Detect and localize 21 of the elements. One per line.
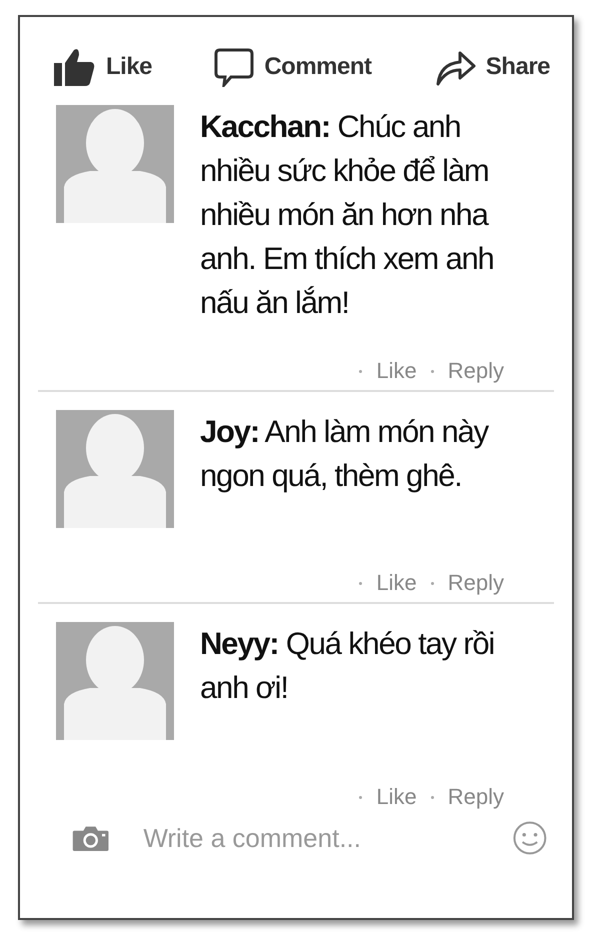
separator-dot: [430, 796, 434, 798]
like-link[interactable]: Like: [376, 570, 417, 596]
comment-button[interactable]: Comment: [214, 47, 372, 87]
like-link[interactable]: Like: [376, 358, 417, 384]
reply-link[interactable]: Reply: [448, 784, 504, 810]
separator-dot: [430, 370, 434, 372]
reply-link[interactable]: Reply: [448, 358, 504, 384]
thumbs-up-icon: [52, 47, 96, 87]
comment-text: Joy: Anh làm món này ngon quá, thèm ghê.: [200, 413, 490, 495]
speech-bubble-icon: [214, 47, 254, 87]
separator-dot: [359, 582, 362, 584]
separator-dot: [359, 370, 362, 372]
share-button[interactable]: Share: [434, 48, 550, 86]
separator-dot: [359, 796, 362, 798]
like-button[interactable]: Like: [52, 47, 152, 87]
comment-text: Neyy: Quá khéo tay rồi anh ơi!: [200, 625, 496, 707]
like-link[interactable]: Like: [376, 784, 417, 810]
separator-dot: [430, 582, 434, 584]
comment-input[interactable]: Write a comment...: [141, 822, 480, 854]
reply-link[interactable]: Reply: [448, 570, 504, 596]
comment-text: Kacchan: Chúc anh nhiều sức khỏe để làm nhiều món ăn hơn nha anh. Em thích xem anh nấu ăn lắm!: [200, 108, 495, 322]
